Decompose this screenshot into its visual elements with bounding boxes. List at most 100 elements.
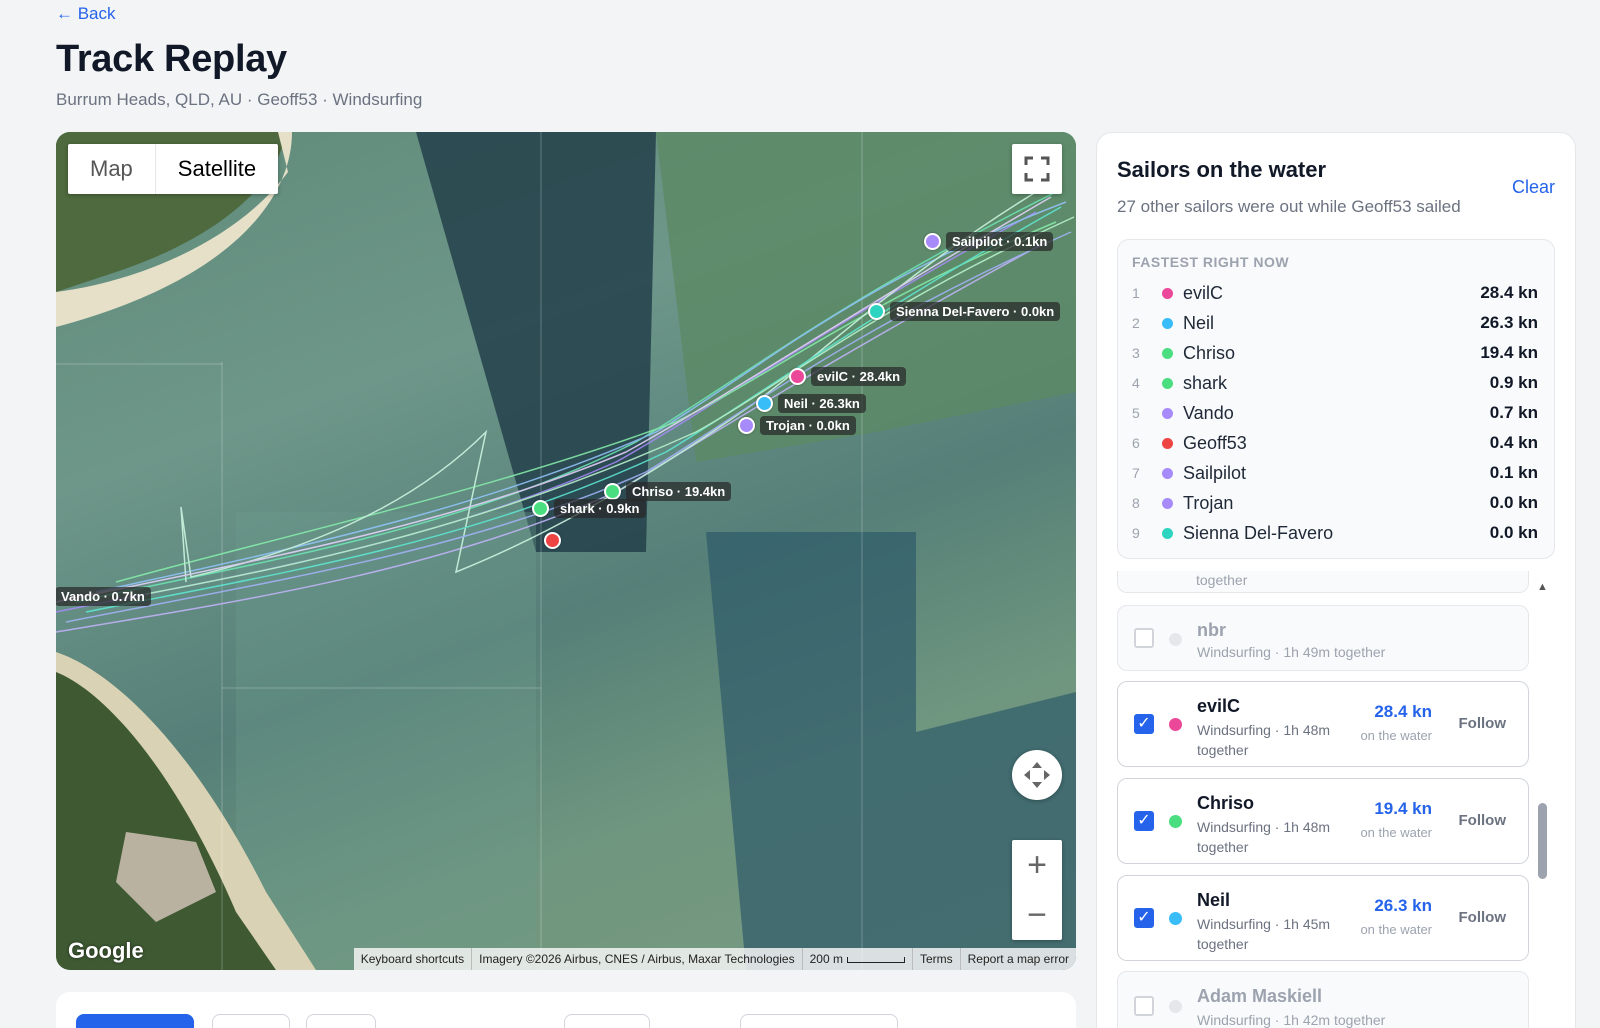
sailor-speed: 0.0 kn: [1489, 523, 1538, 542]
sailor-speed: 0.9 kn: [1489, 373, 1538, 392]
sailor-list[interactable]: together nbr Windsurfing · 1h 49m togeth…: [1117, 571, 1557, 1028]
follow-button[interactable]: Follow: [1459, 715, 1507, 732]
sailor-meta: Windsurfing · 1h 48m together: [1197, 722, 1331, 758]
rank-number: 3: [1132, 345, 1140, 361]
clear-button[interactable]: Clear: [1512, 177, 1555, 198]
sailor-name: Geoff53: [1183, 432, 1247, 453]
marker-label: Sailpilot · 0.1kn: [946, 232, 1054, 251]
sailor-marker[interactable]: Vando · 0.7kn: [56, 587, 151, 606]
sailor-checkbox[interactable]: ✓: [1134, 714, 1154, 734]
sailor-marker[interactable]: shark · 0.9kn: [532, 499, 646, 518]
imagery-credit: Imagery ©2026 Airbus, CNES / Airbus, Max…: [471, 948, 801, 970]
follow-button[interactable]: Follow: [1459, 909, 1507, 926]
marker-dot: [868, 303, 885, 320]
scale-indicator[interactable]: 200 m: [801, 948, 912, 970]
sailor-marker[interactable]: Sailpilot · 0.1kn: [924, 232, 1054, 251]
sailor-checkbox[interactable]: ✓: [1134, 811, 1154, 831]
sailor-color-dot: [1169, 815, 1182, 828]
leaderboard-row[interactable]: 1 evilC 28.4 kn: [1132, 278, 1538, 308]
terms-link[interactable]: Terms: [911, 948, 960, 970]
leaderboard-row[interactable]: 8 Trojan 0.0 kn: [1132, 488, 1538, 518]
control-button[interactable]: [564, 1014, 650, 1028]
page-title: Track Replay: [56, 38, 287, 80]
marker-dot: [544, 532, 561, 549]
marker-dot: [924, 233, 941, 250]
leaderboard-row[interactable]: 6 Geoff53 0.4 kn: [1132, 428, 1538, 458]
sailor-card[interactable]: ✓ Neil Windsurfing · 1h 45m together 26.…: [1117, 875, 1529, 961]
sailor-speed: 0.1 kn: [1489, 463, 1538, 482]
sailor-checkbox[interactable]: [1134, 996, 1154, 1016]
satellite-imagery: [56, 132, 1076, 970]
playback-panel: [56, 992, 1076, 1028]
keyboard-shortcuts-link[interactable]: Keyboard shortcuts: [354, 948, 471, 970]
scrollbar-thumb[interactable]: [1538, 803, 1547, 879]
marker-label: Sienna Del-Favero · 0.0kn: [890, 302, 1061, 321]
sailor-color-dot: [1162, 527, 1173, 539]
rank-number: 9: [1132, 525, 1140, 541]
speed-select[interactable]: [740, 1014, 898, 1028]
zoom-in-button[interactable]: +: [1012, 840, 1062, 890]
report-error-link[interactable]: Report a map error: [959, 948, 1076, 970]
scroll-up-icon[interactable]: ▲: [1537, 581, 1548, 593]
sailor-checkbox[interactable]: [1134, 628, 1154, 648]
back-link[interactable]: ← Back: [56, 4, 116, 24]
sailor-speed: 19.4 kn: [1480, 343, 1538, 362]
sailor-marker[interactable]: evilC · 28.4kn: [789, 367, 907, 386]
sailor-color-dot: [1169, 633, 1182, 646]
google-logo: Google: [68, 938, 144, 963]
leaderboard-row[interactable]: 3 Chriso 19.4 kn: [1132, 338, 1538, 368]
marker-label: evilC · 28.4kn: [811, 367, 907, 386]
sailor-speed: 0.0 kn: [1489, 493, 1538, 512]
rank-number: 4: [1132, 375, 1140, 391]
sailor-name: evilC: [1183, 282, 1224, 303]
map-view[interactable]: Map Satellite + − Sailpilot · 0.1kn Sien…: [56, 132, 1076, 970]
sailor-marker[interactable]: Trojan · 0.0kn: [738, 416, 856, 435]
sailor-color-dot: [1162, 317, 1173, 329]
camera-control-button[interactable]: [1012, 750, 1062, 800]
leaderboard-row[interactable]: 7 Sailpilot 0.1 kn: [1132, 458, 1538, 488]
sailor-card[interactable]: nbr Windsurfing · 1h 49m together: [1117, 605, 1529, 671]
sailor-list-scrollbar[interactable]: ▲ ▼: [1535, 571, 1549, 1028]
sailor-marker[interactable]: Sienna Del-Favero · 0.0kn: [868, 302, 1061, 321]
marker-label: Trojan · 0.0kn: [760, 416, 856, 435]
zoom-out-button[interactable]: −: [1012, 890, 1062, 940]
leaderboard-row[interactable]: 2 Neil 26.3 kn: [1132, 308, 1538, 338]
sailor-speed-label: on the water: [1360, 825, 1432, 840]
map-type-toggle[interactable]: Map Satellite: [68, 144, 279, 194]
control-button[interactable]: [212, 1014, 290, 1028]
sailor-speed: 0.7 kn: [1489, 403, 1538, 422]
map-type-satellite[interactable]: Satellite: [154, 144, 278, 194]
sailor-name: Neil: [1183, 312, 1215, 333]
control-button[interactable]: [306, 1014, 376, 1028]
sailor-card[interactable]: ✓ evilC Windsurfing · 1h 48m together 28…: [1117, 681, 1529, 767]
fastest-heading: FASTEST RIGHT NOW: [1132, 254, 1290, 270]
pan-arrows-icon: [1024, 762, 1050, 788]
sailor-marker[interactable]: Neil · 26.3kn: [756, 394, 866, 413]
sailor-card[interactable]: ✓ Chriso Windsurfing · 1h 48m together 1…: [1117, 778, 1529, 864]
sailor-color-dot: [1169, 1000, 1182, 1013]
map-attribution: Keyboard shortcuts Imagery ©2026 Airbus,…: [353, 948, 1076, 970]
sailor-card[interactable]: together: [1117, 571, 1529, 593]
sailor-marker-geoff53[interactable]: [544, 532, 561, 549]
marker-label: Vando · 0.7kn: [56, 587, 151, 606]
map-type-map[interactable]: Map: [68, 144, 155, 194]
sailor-name: nbr: [1197, 620, 1226, 640]
sailor-card[interactable]: Adam Maskiell Windsurfing · 1h 42m toget…: [1117, 971, 1529, 1028]
sailor-checkbox[interactable]: ✓: [1134, 908, 1154, 928]
sailor-color-dot: [1162, 467, 1173, 479]
leaderboard-row[interactable]: 9 Sienna Del-Favero 0.0 kn: [1132, 518, 1538, 548]
zoom-controls[interactable]: + −: [1012, 840, 1062, 940]
marker-dot: [532, 500, 549, 517]
play-button[interactable]: [76, 1014, 194, 1028]
sailor-speed-label: on the water: [1360, 728, 1432, 743]
leaderboard-row[interactable]: 4 shark 0.9 kn: [1132, 368, 1538, 398]
marker-label: shark · 0.9kn: [554, 499, 646, 518]
sailor-color-dot: [1162, 437, 1173, 449]
fullscreen-button[interactable]: [1012, 144, 1062, 194]
leaderboard-row[interactable]: 5 Vando 0.7 kn: [1132, 398, 1538, 428]
sailor-color-dot: [1162, 497, 1173, 509]
sailor-color-dot: [1162, 287, 1173, 299]
follow-button[interactable]: Follow: [1459, 812, 1507, 829]
marker-dot: [738, 417, 755, 434]
rank-number: 5: [1132, 405, 1140, 421]
